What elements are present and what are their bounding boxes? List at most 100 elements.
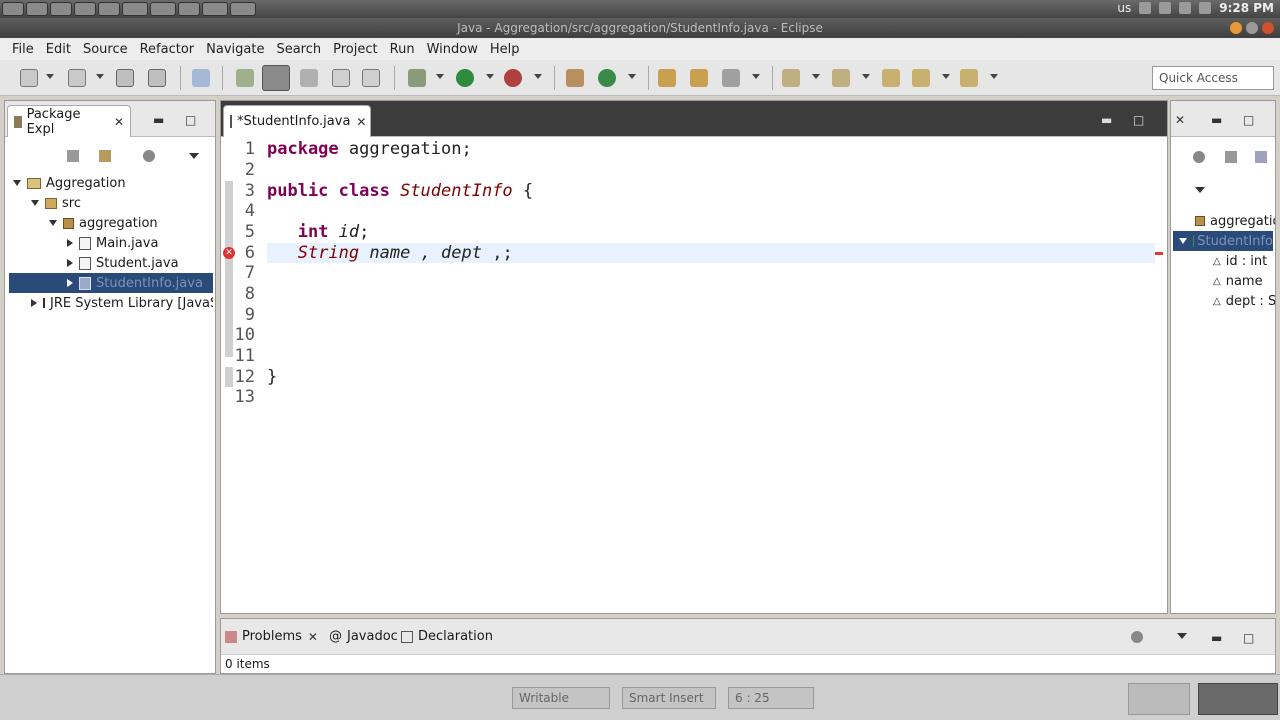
maximize-icon[interactable]: □: [1243, 113, 1254, 127]
next-annotation-icon[interactable]: [782, 69, 800, 87]
minimize-icon[interactable]: ▬: [1211, 631, 1222, 645]
previous-annotation-icon[interactable]: [832, 69, 850, 87]
focus-icon[interactable]: [143, 150, 155, 162]
back-icon[interactable]: [912, 69, 930, 87]
outline-field[interactable]: △ id : int: [1213, 251, 1267, 271]
outline-field[interactable]: △ name: [1213, 271, 1263, 291]
os-menu-icon[interactable]: [2, 2, 24, 16]
new-class-icon[interactable]: [598, 69, 616, 87]
chevron-down-icon[interactable]: [942, 74, 950, 79]
os-window-icon[interactable]: [230, 2, 256, 16]
view-menu-icon[interactable]: [1177, 633, 1187, 639]
menu-refactor[interactable]: Refactor: [134, 42, 201, 57]
os-launcher-icon[interactable]: [26, 2, 48, 16]
expanded-icon[interactable]: [31, 200, 39, 206]
os-window-icon[interactable]: [202, 2, 228, 16]
code-editor[interactable]: ✕ 1 2 3 4 5 6 7 8 9 10 11 12 13 package …: [221, 137, 1167, 613]
view-menu-icon[interactable]: [189, 153, 199, 159]
show-whitespace-icon[interactable]: [332, 69, 350, 87]
clock[interactable]: 9:28 PM: [1219, 1, 1274, 15]
close-icon[interactable]: ✕: [1175, 113, 1185, 127]
maximize-window-icon[interactable]: [1246, 22, 1258, 34]
save-icon[interactable]: [116, 69, 134, 87]
battery-icon[interactable]: [1179, 2, 1192, 14]
link-editor-icon[interactable]: [99, 150, 111, 162]
tree-item-file[interactable]: Main.java: [67, 233, 158, 253]
tree-item-library[interactable]: JRE System Library [JavaSE: [31, 293, 213, 313]
collapsed-icon[interactable]: [31, 299, 37, 307]
pin-icon[interactable]: [236, 69, 254, 87]
volume-icon[interactable]: [1159, 2, 1172, 14]
collapsed-icon[interactable]: [67, 259, 73, 267]
os-window-icon[interactable]: [122, 2, 148, 16]
close-icon[interactable]: ✕: [308, 630, 318, 644]
save-all-icon[interactable]: [148, 69, 166, 87]
new-file-icon[interactable]: [68, 69, 86, 87]
menu-window[interactable]: Window: [421, 42, 484, 57]
minimize-icon[interactable]: ▬: [1101, 113, 1112, 127]
open-task-icon[interactable]: [690, 69, 708, 87]
close-icon[interactable]: ✕: [114, 115, 124, 129]
chevron-down-icon[interactable]: [486, 74, 494, 79]
minimize-window-icon[interactable]: [1230, 22, 1242, 34]
taskbar-java-window[interactable]: [1198, 683, 1278, 715]
expanded-icon[interactable]: [49, 220, 57, 226]
focus-icon[interactable]: [1193, 151, 1205, 163]
keyboard-layout[interactable]: us: [1117, 1, 1131, 15]
chevron-down-icon[interactable]: [436, 74, 444, 79]
skip-breakpoints-icon[interactable]: [192, 69, 210, 87]
tab-package-explorer[interactable]: Package Expl ✕: [7, 105, 131, 137]
chevron-down-icon[interactable]: [812, 74, 820, 79]
outline-class[interactable]: StudentInfo: [1173, 231, 1273, 251]
os-launcher-icon[interactable]: [98, 2, 120, 16]
toggle-block-icon[interactable]: [300, 69, 318, 87]
collapsed-icon[interactable]: [67, 279, 73, 287]
chevron-down-icon[interactable]: [628, 74, 636, 79]
search-icon[interactable]: [722, 69, 740, 87]
menu-file[interactable]: File: [6, 42, 40, 57]
os-window-icon[interactable]: [178, 2, 200, 16]
menu-edit[interactable]: Edit: [40, 42, 77, 57]
menu-project[interactable]: Project: [327, 42, 383, 57]
os-launcher-icon[interactable]: [74, 2, 96, 16]
show-source-icon[interactable]: [362, 69, 380, 87]
close-icon[interactable]: ✕: [356, 115, 366, 129]
tree-item-file-selected[interactable]: StudentInfo.java: [9, 273, 213, 293]
tree-item-src[interactable]: src: [31, 193, 81, 213]
collapse-all-icon[interactable]: [67, 150, 79, 162]
chevron-down-icon[interactable]: [534, 74, 542, 79]
tree-item-package[interactable]: aggregation: [49, 213, 158, 233]
chevron-down-icon[interactable]: [752, 74, 760, 79]
view-menu-icon[interactable]: [1195, 187, 1205, 193]
outline-package[interactable]: aggregatio: [1195, 211, 1275, 231]
menu-source[interactable]: Source: [77, 42, 134, 57]
focus-icon[interactable]: [1131, 631, 1143, 643]
menu-help[interactable]: Help: [484, 42, 526, 57]
debug-icon[interactable]: [408, 69, 426, 87]
sort-icon[interactable]: [1255, 151, 1267, 163]
minimize-icon[interactable]: ▬: [1211, 113, 1222, 127]
open-type-icon[interactable]: [658, 69, 676, 87]
tab-declaration[interactable]: Declaration: [401, 629, 493, 644]
tab-problems[interactable]: Problems ✕: [225, 629, 318, 644]
tab-javadoc[interactable]: @ Javadoc: [329, 629, 398, 644]
maximize-icon[interactable]: □: [1243, 631, 1254, 645]
maximize-icon[interactable]: □: [1133, 113, 1144, 127]
collapse-all-icon[interactable]: [1225, 151, 1237, 163]
chevron-down-icon[interactable]: [990, 74, 998, 79]
chevron-down-icon[interactable]: [862, 74, 870, 79]
forward-icon[interactable]: [960, 69, 978, 87]
new-dropdown-icon[interactable]: [46, 74, 54, 79]
chevron-down-icon[interactable]: [96, 74, 104, 79]
new-icon[interactable]: [20, 69, 38, 87]
tree-item-project[interactable]: Aggregation: [13, 173, 126, 193]
mail-icon[interactable]: [1199, 2, 1212, 14]
toggle-mark-icon[interactable]: [262, 65, 290, 91]
os-launcher-icon[interactable]: [50, 2, 72, 16]
tree-item-file[interactable]: Student.java: [67, 253, 179, 273]
run-icon[interactable]: [456, 69, 474, 87]
collapsed-icon[interactable]: [67, 239, 73, 247]
expanded-icon[interactable]: [13, 180, 21, 186]
new-java-project-icon[interactable]: [566, 69, 584, 87]
menu-run[interactable]: Run: [384, 42, 421, 57]
